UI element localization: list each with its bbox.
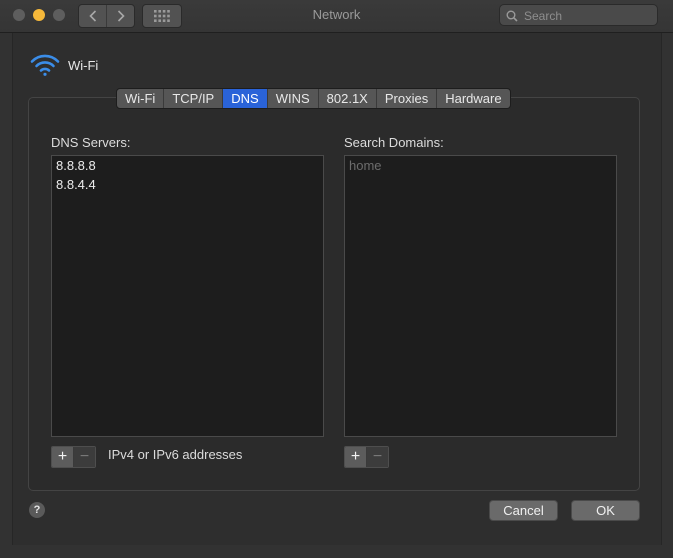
service-header: Wi-Fi xyxy=(30,53,98,77)
search-domains-add-remove-control: + − xyxy=(344,446,389,468)
remove-search-domain-button[interactable]: − xyxy=(367,447,388,467)
ok-button[interactable]: OK xyxy=(571,500,640,521)
wifi-icon xyxy=(30,54,60,76)
tab-bar: Wi-Fi TCP/IP DNS WINS 802.1X Proxies Har… xyxy=(116,88,511,109)
tab-proxies[interactable]: Proxies xyxy=(377,89,438,108)
remove-dns-server-button[interactable]: − xyxy=(74,447,95,467)
search-domains-list[interactable]: home xyxy=(344,155,617,437)
tab-8021x[interactable]: 802.1X xyxy=(319,89,377,108)
add-dns-server-button[interactable]: + xyxy=(52,447,74,467)
list-item[interactable]: 8.8.4.4 xyxy=(52,175,323,194)
list-item[interactable]: 8.8.8.8 xyxy=(52,156,323,175)
search-icon xyxy=(506,10,518,22)
search-domains-placeholder: home xyxy=(349,158,382,173)
title-bar: Network xyxy=(0,0,673,33)
dns-servers-label: DNS Servers: xyxy=(51,135,131,150)
network-window: Network Wi-Fi Wi-Fi TCP/IP DNS WINS 802.… xyxy=(0,0,673,558)
search-input[interactable] xyxy=(522,7,656,25)
service-name: Wi-Fi xyxy=(68,57,99,73)
help-button[interactable]: ? xyxy=(29,502,45,518)
add-search-domain-button[interactable]: + xyxy=(345,447,367,467)
tab-wins[interactable]: WINS xyxy=(268,89,319,108)
tab-wifi[interactable]: Wi-Fi xyxy=(117,89,165,108)
tab-tcpip[interactable]: TCP/IP xyxy=(164,89,224,108)
dns-hint: IPv4 or IPv6 addresses xyxy=(108,447,243,462)
tab-dns[interactable]: DNS xyxy=(223,89,268,108)
dns-add-remove-control: + − xyxy=(51,446,96,468)
cancel-button[interactable]: Cancel xyxy=(489,500,558,521)
search-domains-label: Search Domains: xyxy=(344,135,444,150)
search-field[interactable] xyxy=(499,4,658,26)
dns-servers-list[interactable]: 8.8.8.8 8.8.4.4 xyxy=(51,155,324,437)
tab-hardware[interactable]: Hardware xyxy=(437,89,509,108)
